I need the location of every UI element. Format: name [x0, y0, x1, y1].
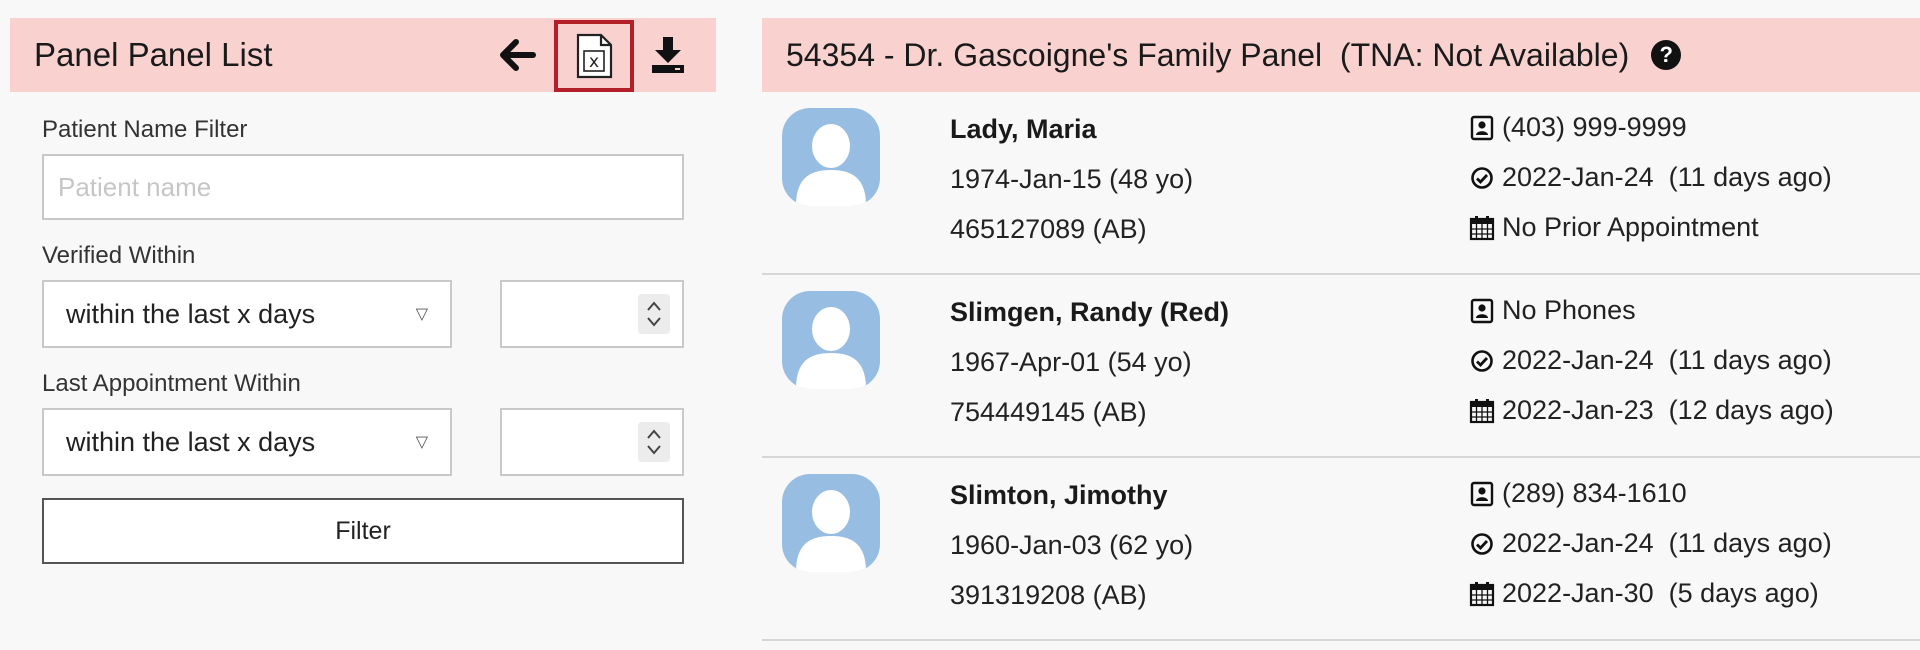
patient-verified-text: 2022-Jan-24 (11 days ago)	[1502, 528, 1832, 558]
patient-phone-text: No Phones	[1502, 295, 1636, 325]
chevron-down-icon: ▽	[415, 434, 428, 451]
patient-name-input[interactable]	[42, 154, 684, 220]
verified-within-select-value: within the last x days	[66, 298, 316, 329]
patient-verified-text: 2022-Jan-24 (11 days ago)	[1502, 345, 1832, 375]
patient-row[interactable]: Lady, Maria 1974-Jan-15 (48 yo) 46512708…	[762, 92, 1920, 275]
patient-name-filter-label: Patient Name Filter	[42, 116, 248, 143]
arrow-left-icon[interactable]	[488, 18, 548, 92]
patient-health-card: 465127089 (AB)	[950, 214, 1147, 244]
verified-within-row: within the last x days ▽	[42, 280, 716, 348]
last-appointment-select-value: within the last x days	[66, 426, 316, 457]
check-circle-icon	[1468, 530, 1496, 558]
patient-phone: No Phones	[1468, 295, 1636, 326]
check-circle-icon	[1468, 164, 1496, 192]
filter-form: Patient Name Filter Verified Within with…	[10, 116, 716, 564]
panel-list-header: Panel Panel List x	[10, 18, 716, 92]
patient-phone: (403) 999-9999	[1468, 112, 1687, 143]
chevron-down-icon: ▽	[415, 306, 428, 323]
patient-last-appointment: 2022-Jan-23 (12 days ago)	[1468, 395, 1834, 426]
avatar	[782, 291, 880, 389]
patient-last-appointment-text: 2022-Jan-23 (12 days ago)	[1502, 395, 1834, 425]
patient-verified-text: 2022-Jan-24 (11 days ago)	[1502, 162, 1832, 192]
panel-list-sidebar: Panel Panel List x Patient Name Filter P…	[10, 18, 716, 564]
question-circle-icon[interactable]: ?	[1651, 40, 1682, 70]
panel-detail: 54354 - Dr. Gascoigne's Family Panel (TN…	[762, 18, 1920, 641]
panel-list-title: Panel Panel List	[34, 36, 273, 73]
last-appointment-select[interactable]: within the last x days ▽	[42, 408, 452, 476]
patient-dob: 1974-Jan-15 (48 yo)	[950, 164, 1194, 194]
verified-within-label: Verified Within	[42, 242, 196, 269]
verified-within-select[interactable]: within the last x days ▽	[42, 280, 452, 348]
filter-button[interactable]: Filter	[42, 498, 684, 564]
spinner-arrows-icon[interactable]	[638, 422, 670, 462]
avatar	[782, 108, 880, 206]
contact-card-icon	[1468, 114, 1496, 142]
patient-name[interactable]: Slimgen, Randy (Red)	[950, 297, 1229, 328]
patient-phone-text: (403) 999-9999	[1502, 112, 1687, 142]
patient-list: Lady, Maria 1974-Jan-15 (48 yo) 46512708…	[762, 92, 1920, 641]
patient-last-appointment-text: No Prior Appointment	[1502, 212, 1759, 242]
svg-text:x: x	[589, 52, 599, 72]
download-icon[interactable]	[638, 18, 698, 92]
patient-verified: 2022-Jan-24 (11 days ago)	[1468, 162, 1832, 193]
spinner-arrows-icon[interactable]	[638, 294, 670, 334]
calendar-icon	[1468, 397, 1496, 425]
last-appointment-row: within the last x days ▽	[42, 408, 716, 476]
patient-last-appointment: No Prior Appointment	[1468, 212, 1759, 243]
patient-phone-text: (289) 834-1610	[1502, 478, 1687, 508]
calendar-icon	[1468, 214, 1496, 242]
patient-verified: 2022-Jan-24 (11 days ago)	[1468, 345, 1832, 376]
patient-verified: 2022-Jan-24 (11 days ago)	[1468, 528, 1832, 559]
contact-card-icon	[1468, 480, 1496, 508]
calendar-icon	[1468, 580, 1496, 608]
panel-detail-header: 54354 - Dr. Gascoigne's Family Panel (TN…	[762, 18, 1920, 92]
patient-dob: 1967-Apr-01 (54 yo)	[950, 347, 1192, 377]
last-appointment-days-stepper[interactable]	[500, 408, 684, 476]
patient-row[interactable]: Slimgen, Randy (Red) 1967-Apr-01 (54 yo)…	[762, 275, 1920, 458]
patient-last-appointment: 2022-Jan-30 (5 days ago)	[1468, 578, 1819, 609]
patient-last-appointment-text: 2022-Jan-30 (5 days ago)	[1502, 578, 1819, 608]
patient-dob: 1960-Jan-03 (62 yo)	[950, 530, 1194, 560]
avatar	[782, 474, 880, 572]
patient-row[interactable]: Slimton, Jimothy 1960-Jan-03 (62 yo) 391…	[762, 458, 1920, 641]
contact-card-icon	[1468, 297, 1496, 325]
patient-health-card: 754449145 (AB)	[950, 397, 1147, 427]
panel-detail-title: 54354 - Dr. Gascoigne's Family Panel (TN…	[786, 36, 1630, 73]
patient-health-card: 391319208 (AB)	[950, 580, 1147, 610]
last-appointment-within-label: Last Appointment Within	[42, 370, 301, 397]
check-circle-icon	[1468, 347, 1496, 375]
excel-file-icon[interactable]: x	[554, 20, 634, 92]
patient-name[interactable]: Slimton, Jimothy	[950, 480, 1168, 511]
patient-name[interactable]: Lady, Maria	[950, 114, 1097, 145]
verified-days-stepper[interactable]	[500, 280, 684, 348]
patient-phone: (289) 834-1610	[1468, 478, 1687, 509]
